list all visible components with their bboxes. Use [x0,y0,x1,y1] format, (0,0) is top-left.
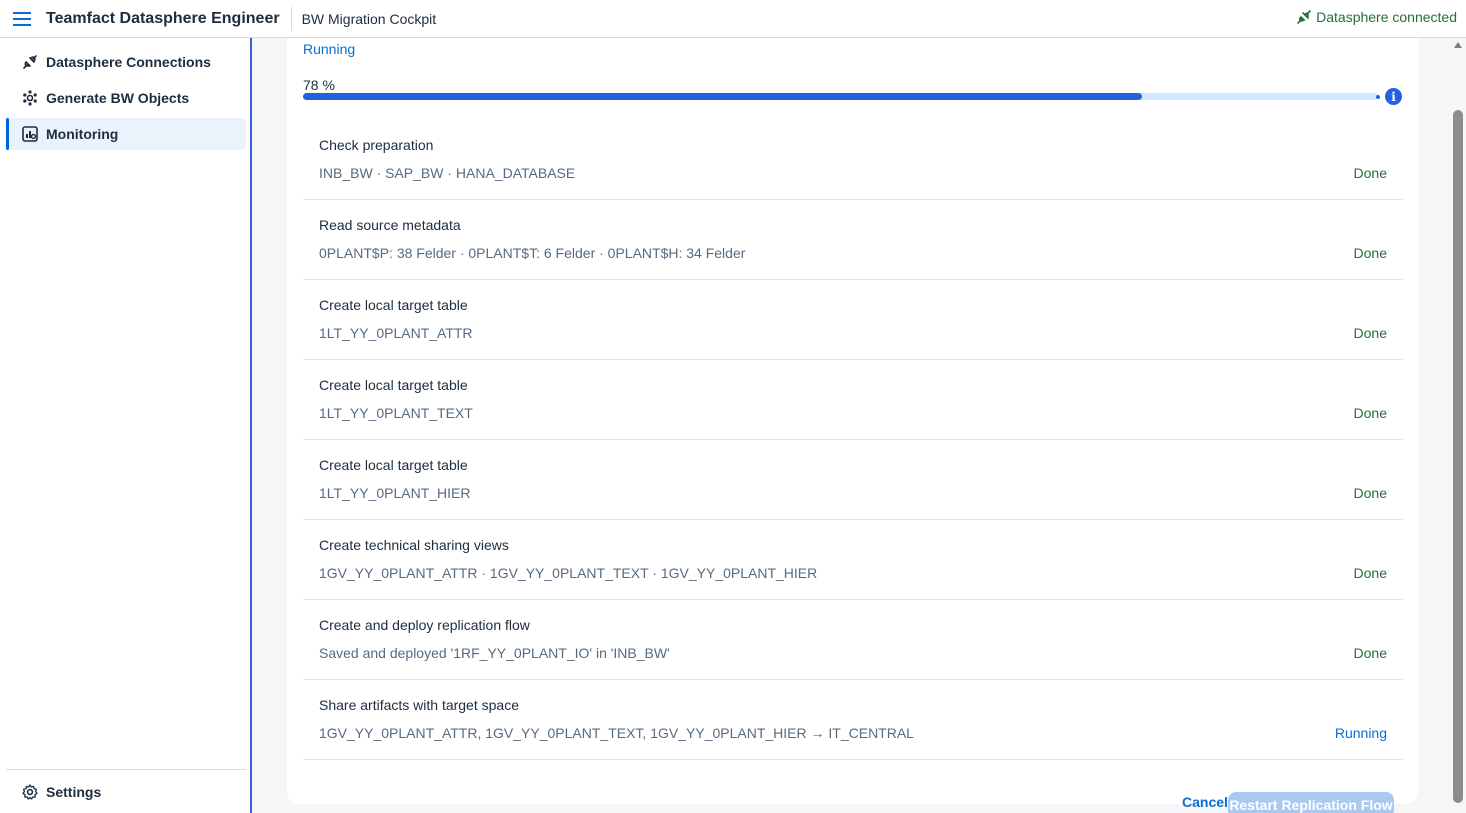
step-row: Create technical sharing views 1GV_YY_0PL… [303,520,1403,600]
step-detail: Saved and deployed '1RF_YY_0PLANT_IO' in… [319,645,670,661]
sidebar-item-settings[interactable]: Settings [6,776,246,808]
step-title: Create and deploy replication flow [319,617,530,633]
scrollbar-thumb[interactable] [1453,110,1463,803]
step-detail: 1GV_YY_0PLANT_ATTR, 1GV_YY_0PLANT_TEXT, … [319,725,914,741]
step-status: Running [1334,725,1387,741]
step-detail: 0PLANT$P: 38 Felder · 0PLANT$T: 6 Felder… [319,245,746,261]
progress-bar [303,93,1378,100]
step-status: Done [1353,485,1387,501]
progress-bar-fill [303,93,1142,100]
sidebar-divider [6,769,246,770]
progress-label: 78 % [303,77,335,93]
connection-status[interactable]: Datasphere connected [1296,9,1457,25]
step-detail: 1LT_YY_0PLANT_ATTR [319,325,473,341]
sidebar-item-monitoring[interactable]: Monitoring [6,118,246,150]
step-row: Create local target table 1LT_YY_0PLANT_T… [303,360,1403,440]
step-title: Create technical sharing views [319,537,509,553]
step-title: Create local target table [319,377,468,393]
step-title: Create local target table [319,457,468,473]
run-status: Running [303,41,356,57]
menu-button[interactable] [0,0,44,38]
connection-icon [21,53,39,71]
step-status: Done [1353,165,1387,181]
step-row: Check preparation INB_BW · SAP_BW · HANA_… [303,120,1403,200]
step-row: Create and deploy replication flow Saved … [303,600,1403,680]
step-detail: 1LT_YY_0PLANT_TEXT [319,405,473,421]
step-list: Check preparation INB_BW · SAP_BW · HANA_… [303,120,1403,760]
sidebar-item-generate-bw-objects[interactable]: Generate BW Objects [6,82,246,114]
hamburger-icon [13,11,31,26]
sidebar-item-label: Datasphere Connections [46,54,211,70]
step-title: Check preparation [319,137,434,153]
gear-icon [21,783,39,801]
vertical-scrollbar[interactable] [1450,38,1466,813]
cancel-button[interactable]: Cancel [1182,794,1228,810]
header-divider [290,6,292,31]
restart-replication-flow-button[interactable]: Restart Replication Flow [1228,792,1394,813]
app-subtitle: BW Migration Cockpit [301,10,437,27]
step-row: Create local target table 1LT_YY_0PLANT_H… [303,440,1403,520]
main-content: Running 78 % i Check preparation INB_BW ·… [254,38,1450,813]
step-detail: 1LT_YY_0PLANT_HIER [319,485,471,501]
monitor-icon [21,125,39,143]
step-status: Done [1353,565,1387,581]
connection-icon [1297,10,1311,24]
sidebar-item-label: Monitoring [46,126,119,142]
shell-header: Teamfact Datasphere Engineer BW Migratio… [0,0,1466,38]
sidebar-item-label: Settings [46,784,102,800]
sidebar-item-datasphere-connections[interactable]: Datasphere Connections [6,46,246,78]
connection-status-text: Datasphere connected [1316,9,1457,25]
step-status: Done [1353,645,1387,661]
step-status: Done [1353,245,1387,261]
sidebar-item-label: Generate BW Objects [46,90,190,106]
monitoring-card: Running 78 % i Check preparation INB_BW ·… [287,38,1418,813]
scroll-up-arrow-icon[interactable] [1454,42,1462,48]
step-row: Share artifacts with target space 1GV_YY_… [303,680,1403,760]
info-icon[interactable]: i [1385,88,1402,105]
gear-network-icon [21,89,39,107]
step-row: Create local target table 1LT_YY_0PLANT_A… [303,280,1403,360]
step-row: Read source metadata 0PLANT$P: 38 Felder … [303,200,1403,280]
step-title: Create local target table [319,297,468,313]
step-status: Done [1353,405,1387,421]
app-title: Teamfact Datasphere Engineer [46,9,280,27]
progress-end-marker [1376,95,1380,99]
side-navigation: Datasphere Connections Generate BW Objec… [0,38,252,813]
step-detail: INB_BW · SAP_BW · HANA_DATABASE [319,165,576,181]
step-title: Read source metadata [319,217,461,233]
step-status: Done [1353,325,1387,341]
step-title: Share artifacts with target space [319,697,519,713]
step-detail: 1GV_YY_0PLANT_ATTR · 1GV_YY_0PLANT_TEXT … [319,565,818,581]
